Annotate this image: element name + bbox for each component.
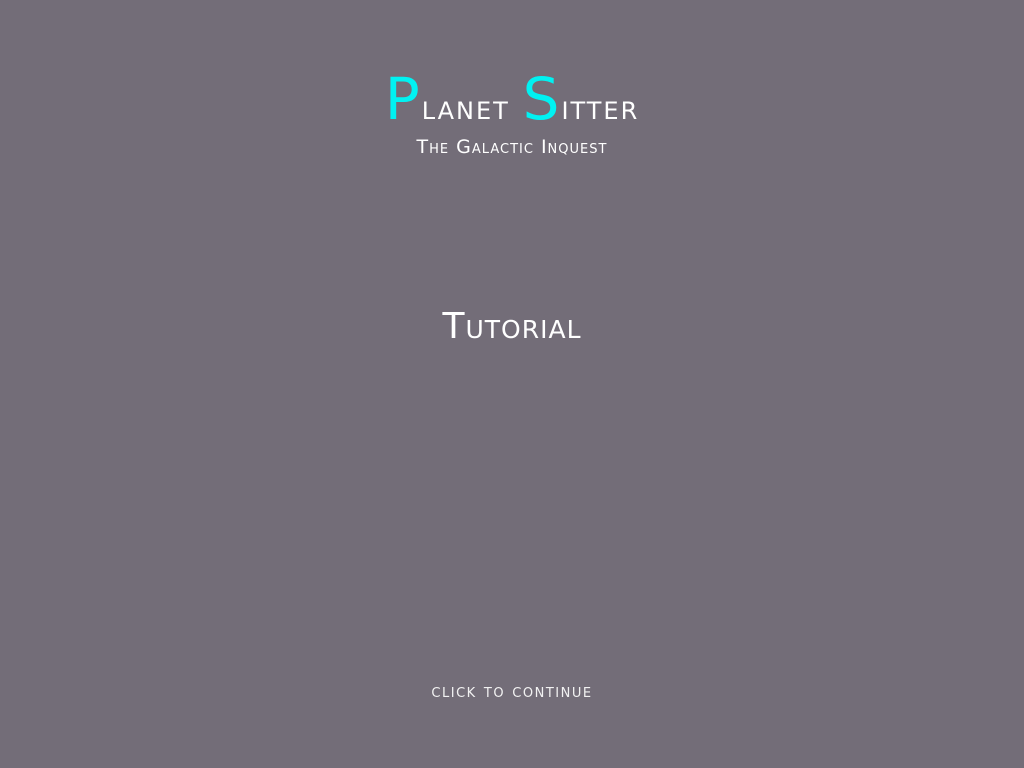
game-title-word-2-rest: itter [561,88,640,128]
tutorial-screen[interactable]: Planet Sitter The Galactic Inquest Tutor… [0,0,1024,768]
game-title: Planet Sitter [0,70,1024,137]
game-subtitle: The Galactic Inquest [416,136,608,158]
game-title-initial-1: P [384,65,422,133]
game-title-initial-2: S [522,65,562,133]
continue-prompt[interactable]: click to continue [0,681,1024,702]
section-heading: Tutorial [442,306,582,347]
game-title-word-1-rest: lanet [421,88,510,128]
